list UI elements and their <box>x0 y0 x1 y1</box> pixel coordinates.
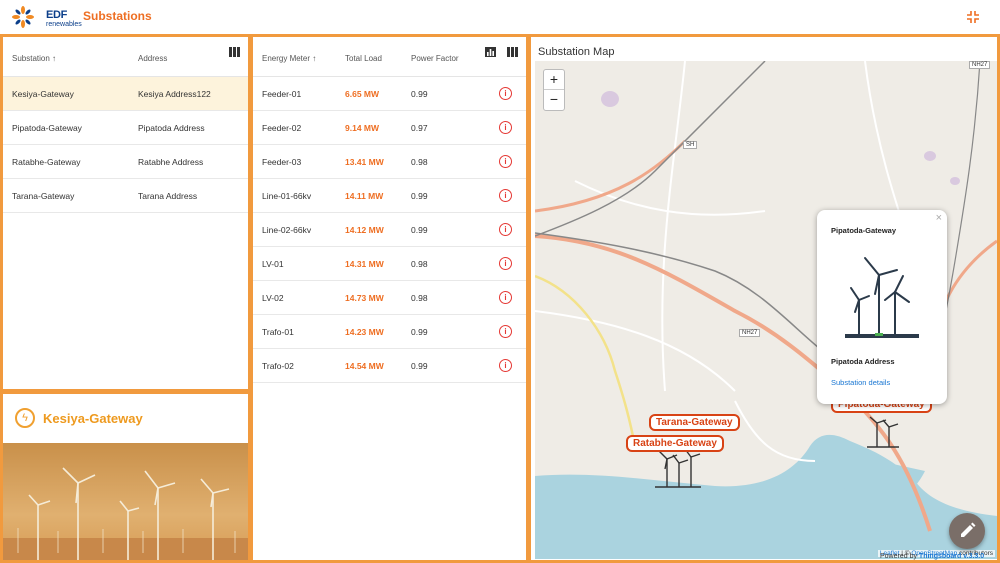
info-icon[interactable]: i <box>499 121 512 134</box>
table-row[interactable]: Feeder-01 6.65 MW 0.99 i <box>253 77 526 111</box>
logo-subtext: renewables <box>46 21 82 28</box>
table-row[interactable]: Feeder-02 9.14 MW 0.97 i <box>253 111 526 145</box>
table-row[interactable]: Pipatoda-Gateway Pipatoda Address <box>3 111 248 145</box>
substation-map-panel: Substation Map SH NH27 NH27 + − Tarana-G… <box>528 34 1000 563</box>
table-row[interactable]: Line-01-66kv 14.11 MW 0.99 i <box>253 179 526 213</box>
meter-name: LV-02 <box>262 293 284 303</box>
meter-power-factor: 0.98 <box>411 293 428 303</box>
thingsboard-link[interactable]: Thingsboard v.3.3.0 <box>919 553 984 560</box>
meter-power-factor: 0.98 <box>411 157 428 167</box>
road-label: SH <box>683 141 698 149</box>
meter-name: Trafo-02 <box>262 361 294 371</box>
popup-address: Pipatoda Address <box>831 357 895 366</box>
substations-panel: Substation ↑ Address Kesiya-Gateway Kesi… <box>0 34 251 392</box>
map-title: Substation Map <box>538 46 615 58</box>
table-row[interactable]: Trafo-01 14.23 MW 0.99 i <box>253 315 526 349</box>
meter-power-factor: 0.99 <box>411 191 428 201</box>
info-icon[interactable]: i <box>499 359 512 372</box>
substation-detail-panel: ϟ Kesiya-Gateway <box>0 391 251 563</box>
map-popup: × Pipatoda-Gateway Pipatoda Address Subs… <box>817 210 947 404</box>
table-row[interactable]: LV-02 14.73 MW 0.98 i <box>253 281 526 315</box>
info-icon[interactable]: i <box>499 189 512 202</box>
zoom-out-button[interactable]: − <box>544 90 564 110</box>
map-marker-label-tarana[interactable]: Tarana-Gateway <box>649 414 740 431</box>
table-row[interactable]: Tarana-Gateway Tarana Address <box>3 179 248 213</box>
meter-name: Trafo-01 <box>262 327 294 337</box>
table-row[interactable]: Feeder-03 13.41 MW 0.98 i <box>253 145 526 179</box>
info-icon[interactable]: i <box>499 325 512 338</box>
map-canvas[interactable]: SH NH27 NH27 + − Tarana-Gateway Ratabhe-… <box>535 61 997 559</box>
column-header-address[interactable]: Address <box>138 54 167 63</box>
column-header-total-load[interactable]: Total Load <box>345 54 382 63</box>
road-label: NH27 <box>739 329 761 337</box>
wind-turbine-illustration <box>845 257 919 338</box>
meter-load: 9.14 MW <box>345 123 380 133</box>
top-bar: EDF renewables Substations <box>0 0 1000 34</box>
substations-table-header: Substation ↑ Address <box>3 37 248 77</box>
meter-name: Feeder-02 <box>262 123 302 133</box>
meter-power-factor: 0.99 <box>411 89 428 99</box>
meter-load: 14.54 MW <box>345 361 384 371</box>
edf-logo-icon <box>12 6 34 28</box>
info-icon[interactable]: i <box>499 223 512 236</box>
powered-by: Powered by Thingsboard v.3.3.0 <box>880 553 985 560</box>
columns-icon[interactable] <box>229 47 240 57</box>
detail-header: ϟ Kesiya-Gateway <box>3 394 248 443</box>
meters-table-header: Energy Meter ↑ Total Load Power Factor <box>253 37 526 77</box>
meter-name: Line-02-66kv <box>262 225 312 235</box>
info-icon[interactable]: i <box>499 257 512 270</box>
meter-name: LV-01 <box>262 259 284 269</box>
wind-farm-image <box>3 443 248 560</box>
meter-power-factor: 0.99 <box>411 225 428 235</box>
meter-name: Feeder-01 <box>262 89 302 99</box>
popup-close-button[interactable]: × <box>936 212 942 224</box>
meter-load: 13.41 MW <box>345 157 384 167</box>
meter-name: Line-01-66kv <box>262 191 312 201</box>
zoom-in-button[interactable]: + <box>544 70 564 90</box>
column-header-energy-meter[interactable]: Energy Meter ↑ <box>262 54 316 63</box>
pencil-icon <box>961 522 976 537</box>
meter-load: 14.11 MW <box>345 191 384 201</box>
table-row[interactable]: Trafo-02 14.54 MW 0.99 i <box>253 349 526 383</box>
meter-load: 14.23 MW <box>345 327 384 337</box>
table-row[interactable]: Line-02-66kv 14.12 MW 0.99 i <box>253 213 526 247</box>
fullscreen-exit-icon[interactable] <box>966 10 980 24</box>
columns-icon[interactable] <box>507 47 518 57</box>
meter-name: Feeder-03 <box>262 157 302 167</box>
info-icon[interactable]: i <box>499 87 512 100</box>
info-icon[interactable]: i <box>499 155 512 168</box>
column-header-substation[interactable]: Substation ↑ <box>12 54 56 63</box>
meter-power-factor: 0.99 <box>411 327 428 337</box>
meter-power-factor: 0.98 <box>411 259 428 269</box>
meter-power-factor: 0.97 <box>411 123 428 133</box>
zoom-control: + − <box>543 69 565 111</box>
bolt-icon: ϟ <box>15 408 35 428</box>
edf-logo: EDF renewables <box>12 6 82 28</box>
meter-load: 14.73 MW <box>345 293 384 303</box>
meter-load: 6.65 MW <box>345 89 380 99</box>
meter-power-factor: 0.99 <box>411 361 428 371</box>
turbine-marker-icon[interactable] <box>865 413 901 449</box>
meter-load: 14.31 MW <box>345 259 384 269</box>
detail-title: Kesiya-Gateway <box>43 411 143 426</box>
map-marker-label-ratabhe[interactable]: Ratabhe-Gateway <box>626 435 724 452</box>
table-row[interactable]: Kesiya-Gateway Kesiya Address122 <box>3 77 248 111</box>
logo-text: EDF <box>46 9 68 21</box>
popup-title: Pipatoda-Gateway <box>831 226 897 235</box>
meter-load: 14.12 MW <box>345 225 384 235</box>
edit-button[interactable] <box>949 513 985 549</box>
column-header-power-factor[interactable]: Power Factor <box>411 54 459 63</box>
info-icon[interactable]: i <box>499 291 512 304</box>
bar-chart-icon[interactable] <box>485 47 496 57</box>
table-row[interactable]: LV-01 14.31 MW 0.98 i <box>253 247 526 281</box>
table-row[interactable]: Ratabhe-Gateway Ratabhe Address <box>3 145 248 179</box>
substation-details-link[interactable]: Substation details <box>831 378 890 387</box>
energy-meters-panel: Energy Meter ↑ Total Load Power Factor F… <box>250 34 529 563</box>
road-label: NH27 <box>969 61 991 69</box>
page-title: Substations <box>83 9 152 23</box>
